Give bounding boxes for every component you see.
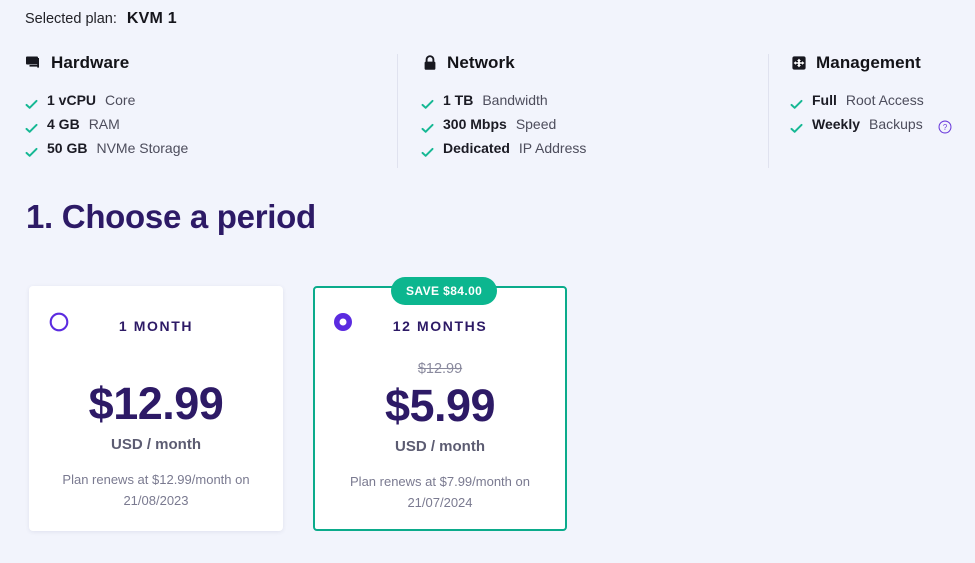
- renewal-line-2: 21/07/2024: [407, 495, 473, 510]
- selected-plan-label: Selected plan:: [25, 11, 117, 27]
- feature-column-heading: Hardware: [25, 52, 385, 74]
- feature-item: 4 GB RAM: [25, 112, 385, 136]
- check-icon: [421, 94, 434, 109]
- feature-item-strong: Dedicated: [443, 140, 510, 156]
- feature-column-title: Management: [816, 53, 921, 72]
- feature-item-strong: 4 GB: [47, 116, 80, 132]
- feature-item-strong: 1 TB: [443, 92, 474, 108]
- check-icon: [421, 118, 434, 133]
- feature-item: Dedicated IP Address: [421, 136, 756, 160]
- feature-item-rest: Bandwidth: [482, 92, 548, 108]
- feature-item-strong: 50 GB: [47, 140, 88, 156]
- period-price: $12.99: [88, 378, 224, 429]
- period-price-unit: USD / month: [111, 436, 201, 453]
- check-icon: [421, 142, 434, 157]
- period-renewal-note: Plan renews at $7.99/month on 21/07/2024: [329, 471, 551, 513]
- period-price-unit: USD / month: [395, 438, 485, 455]
- feature-item-rest: Backups: [869, 116, 923, 132]
- column-divider: [397, 54, 398, 168]
- feature-column-heading: Management: [790, 52, 970, 74]
- management-icon: [790, 54, 808, 72]
- feature-item: 50 GB NVMe Storage: [25, 136, 385, 160]
- feature-item-rest: Speed: [515, 116, 557, 132]
- check-icon: [790, 94, 803, 109]
- period-term-label: 12 MONTHS: [392, 318, 488, 334]
- feature-list: 1 TB Bandwidth 300 Mbps Speed Dedicated …: [421, 88, 756, 160]
- check-icon: [25, 142, 38, 157]
- check-icon: [25, 118, 38, 133]
- feature-item-strong: Weekly: [812, 116, 860, 132]
- column-divider: [768, 54, 769, 168]
- feature-item-strong: Full: [812, 92, 837, 108]
- renewal-line-1: Plan renews at $7.99/month on: [350, 474, 530, 489]
- feature-item-rest: IP Address: [518, 140, 587, 156]
- server-icon: [25, 54, 43, 72]
- feature-column-title: Network: [447, 53, 515, 72]
- feature-item: 1 vCPU Core: [25, 88, 385, 112]
- save-badge: SAVE $84.00: [391, 277, 498, 305]
- feature-item-strong: 1 vCPU: [47, 92, 97, 108]
- feature-column-management: Management Full Root Access Weekly Backu…: [790, 52, 970, 136]
- period-card-1-month[interactable]: 1 MONTH $12.99 USD / month Plan renews a…: [29, 286, 283, 531]
- feature-item-rest: Root Access: [845, 92, 924, 108]
- renewal-line-2: 21/08/2023: [123, 493, 189, 508]
- period-options: 1 MONTH $12.99 USD / month Plan renews a…: [0, 277, 975, 537]
- feature-item-rest: NVMe Storage: [96, 140, 189, 156]
- feature-column-title: Hardware: [51, 53, 130, 72]
- feature-item: Full Root Access: [790, 88, 970, 112]
- period-old-price: $12.99: [417, 361, 463, 377]
- lock-icon: [421, 54, 439, 72]
- feature-item: 1 TB Bandwidth: [421, 88, 756, 112]
- selected-plan-bar: Selected plan: KVM 1: [25, 10, 177, 28]
- feature-column-network: Network 1 TB Bandwidth 300 Mbps Speed De…: [421, 52, 756, 160]
- feature-column-heading: Network: [421, 52, 756, 74]
- period-card-12-months[interactable]: 12 MONTHS $12.99 $5.99 USD / month Plan …: [313, 286, 567, 531]
- check-icon: [25, 94, 38, 109]
- feature-list: 1 vCPU Core 4 GB RAM 50 GB NVMe Storage: [25, 88, 385, 160]
- plan-features: Hardware 1 vCPU Core 4 GB RAM 50 GB NVMe…: [0, 52, 975, 172]
- feature-item: 300 Mbps Speed: [421, 112, 756, 136]
- period-term-label: 1 MONTH: [118, 318, 194, 334]
- renewal-line-1: Plan renews at $12.99/month on: [62, 472, 250, 487]
- period-price: $5.99: [384, 380, 496, 431]
- page-title: 1. Choose a period: [26, 198, 316, 235]
- svg-text:?: ?: [943, 123, 948, 132]
- feature-list: Full Root Access Weekly Backups ?: [790, 88, 970, 136]
- feature-item-rest: Core: [105, 92, 136, 108]
- feature-item-rest: RAM: [88, 116, 120, 132]
- feature-item-strong: 300 Mbps: [443, 116, 507, 132]
- selected-plan-value: KVM 1: [126, 10, 177, 27]
- help-icon[interactable]: ?: [938, 117, 952, 134]
- feature-item: Weekly Backups ?: [790, 112, 970, 136]
- period-renewal-note: Plan renews at $12.99/month on 21/08/202…: [43, 469, 269, 511]
- check-icon: [790, 118, 803, 133]
- feature-column-hardware: Hardware 1 vCPU Core 4 GB RAM 50 GB NVMe…: [25, 52, 385, 160]
